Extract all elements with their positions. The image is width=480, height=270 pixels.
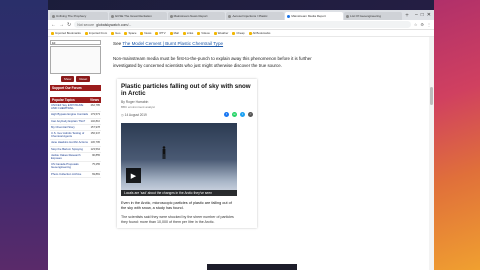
close-icon[interactable]: ✕ bbox=[427, 11, 431, 20]
address-bar[interactable]: Not secure globalskywatch.com/... bbox=[74, 21, 411, 28]
not-secure-label: Not secure bbox=[77, 22, 95, 27]
caption-bold: Even in the Arctic, microscopic particle… bbox=[121, 201, 232, 211]
byline-role: BBC environment analyst bbox=[121, 105, 155, 110]
clock-icon: ◷ 14 August 2019 bbox=[121, 112, 147, 117]
video-player[interactable]: ▶ Locals are 'sad' about the changes in … bbox=[121, 123, 237, 197]
bookmark-item[interactable]: Imported From bbox=[84, 31, 107, 35]
folder-icon bbox=[124, 31, 128, 35]
reload-icon[interactable]: ↻ bbox=[67, 22, 71, 28]
menu-icon[interactable]: ⋮ bbox=[427, 22, 431, 27]
desktop-wallpaper-right bbox=[434, 0, 480, 270]
folder-icon bbox=[111, 31, 115, 35]
tab-3[interactable]: Mainstream News Report bbox=[167, 12, 226, 20]
bookmark-item[interactable]: Cheap bbox=[232, 31, 245, 35]
popular-topic-row[interactable]: US Canada Proposals Geoengineering 75,255 bbox=[50, 162, 101, 172]
article-content: See The Model Cement | Burnt Plastic Che… bbox=[103, 37, 339, 270]
card-title: Plastic particles falling out of sky wit… bbox=[121, 83, 251, 98]
whatsapp-icon[interactable]: w bbox=[232, 112, 237, 118]
embedded-article-card: Plastic particles falling out of sky wit… bbox=[117, 79, 257, 229]
scrollbar[interactable] bbox=[429, 37, 434, 270]
folder-icon bbox=[140, 31, 144, 35]
tab-6[interactable]: List Of Geoengineering bbox=[344, 12, 402, 20]
folder-icon bbox=[232, 31, 236, 35]
new-tab-button[interactable]: + bbox=[403, 12, 411, 20]
bookmark-item[interactable]: All Bookmarks bbox=[248, 31, 270, 35]
bookmark-item[interactable]: IPTV bbox=[155, 31, 166, 35]
bookmark-item[interactable]: Videos bbox=[197, 31, 210, 35]
minimize-icon[interactable]: – bbox=[415, 11, 418, 20]
tab-4[interactable]: Aerosol Injections / Plastic bbox=[226, 12, 285, 20]
reset-button[interactable]: Reset bbox=[76, 76, 91, 82]
star-icon[interactable]: ☆ bbox=[414, 22, 418, 27]
bookmark-item[interactable]: Space bbox=[124, 31, 136, 35]
intro-paragraph: Non-mainstream media must be first-to-th… bbox=[113, 56, 312, 68]
popular-topic-row[interactable]: Photo Collection Archive 69,881 bbox=[50, 172, 101, 178]
caption-body: The scientists said they were shocked by… bbox=[121, 215, 234, 225]
topic-listbox[interactable] bbox=[50, 46, 101, 74]
extensions-icon[interactable]: ⚙ bbox=[420, 22, 424, 27]
tab-1[interactable]: Unfixing The Prophecy bbox=[50, 12, 108, 20]
bookmark-item[interactable]: News bbox=[140, 31, 151, 35]
folder-icon bbox=[213, 31, 217, 35]
see-also-line: See The Model Cement | Burnt Plastic Che… bbox=[113, 41, 224, 46]
share-icons: f w t < bbox=[224, 112, 253, 118]
favicon-icon bbox=[110, 14, 114, 18]
sidebar-buttons: Show Reset bbox=[50, 76, 101, 82]
favicon-icon bbox=[169, 14, 173, 18]
favicon-icon bbox=[346, 14, 350, 18]
favicon-icon bbox=[52, 14, 55, 18]
back-icon[interactable]: ← bbox=[51, 22, 56, 28]
folder-icon bbox=[155, 31, 159, 35]
popular-topic-row[interactable]: U.S. Gov Admits Testing of Chemical Agen… bbox=[50, 131, 101, 141]
bookmark-item[interactable]: Mail bbox=[169, 31, 179, 35]
share-icon[interactable]: < bbox=[248, 112, 253, 118]
url-text: globalskywatch.com/... bbox=[96, 22, 132, 27]
results-select[interactable]: 10 bbox=[50, 40, 101, 45]
video-caption: Locals are 'sad' about the changes in th… bbox=[121, 190, 237, 197]
show-button[interactable]: Show bbox=[60, 76, 75, 82]
bookmark-item[interactable]: Links bbox=[182, 31, 193, 35]
forward-icon[interactable]: → bbox=[59, 22, 64, 28]
favicon-icon bbox=[287, 14, 291, 18]
popular-topic-row[interactable]: Jackie Oakes Research Exposes 90,855 bbox=[50, 153, 101, 163]
tab-strip: Unfixing The Prophecy GCSE The Great Rec… bbox=[48, 10, 434, 20]
folder-icon bbox=[248, 31, 252, 35]
date-row: ◷ 14 August 2019 f w t < bbox=[121, 112, 253, 118]
desktop-wallpaper-left bbox=[0, 0, 48, 270]
maximize-icon[interactable]: □ bbox=[421, 11, 424, 20]
right-margin bbox=[339, 37, 434, 270]
web-page: 10 Show Reset Support Our Forum Popular … bbox=[48, 37, 434, 270]
see-also-link[interactable]: The Model Cement | Burnt Plastic Chemtra… bbox=[122, 41, 223, 46]
byline: By Roger Harrabin bbox=[121, 100, 149, 105]
facebook-icon[interactable]: f bbox=[224, 112, 229, 118]
browser-window: Unfixing The Prophecy GCSE The Great Rec… bbox=[48, 10, 434, 270]
window-controls: – □ ✕ bbox=[412, 11, 434, 20]
folder-icon bbox=[84, 31, 88, 35]
favicon-icon bbox=[228, 14, 232, 18]
popular-topic-row[interactable]: UNICEF Say EXPOSURE AND CHEMTRAIL 262,785 bbox=[50, 103, 101, 113]
folder-icon bbox=[51, 31, 54, 35]
bookmark-item[interactable]: Geo bbox=[111, 31, 120, 35]
sidebar: 10 Show Reset Support Our Forum Popular … bbox=[48, 37, 103, 270]
toolbar-icons: ☆ ⚙ ⋮ bbox=[414, 22, 431, 27]
bookmarks-bar: Imported Bookmarks Imported From Geo Spa… bbox=[48, 30, 434, 37]
twitter-icon[interactable]: t bbox=[240, 112, 245, 118]
tab-5-active[interactable]: Mainstream Media Report bbox=[285, 12, 344, 20]
folder-icon bbox=[169, 31, 173, 35]
play-icon[interactable]: ▶ bbox=[126, 168, 141, 184]
person-figure-icon bbox=[162, 146, 166, 160]
bookmark-item[interactable]: Imported Bookmarks bbox=[51, 31, 81, 35]
address-bar-row: ← → ↻ Not secure globalskywatch.com/... … bbox=[48, 20, 434, 30]
tab-2[interactable]: GCSE The Great Recitation bbox=[108, 12, 167, 20]
bookmark-item[interactable]: Weather bbox=[213, 31, 228, 35]
next-image-strip bbox=[207, 264, 297, 270]
folder-icon bbox=[182, 31, 186, 35]
folder-icon bbox=[197, 31, 201, 35]
scrollbar-thumb[interactable] bbox=[430, 87, 433, 105]
